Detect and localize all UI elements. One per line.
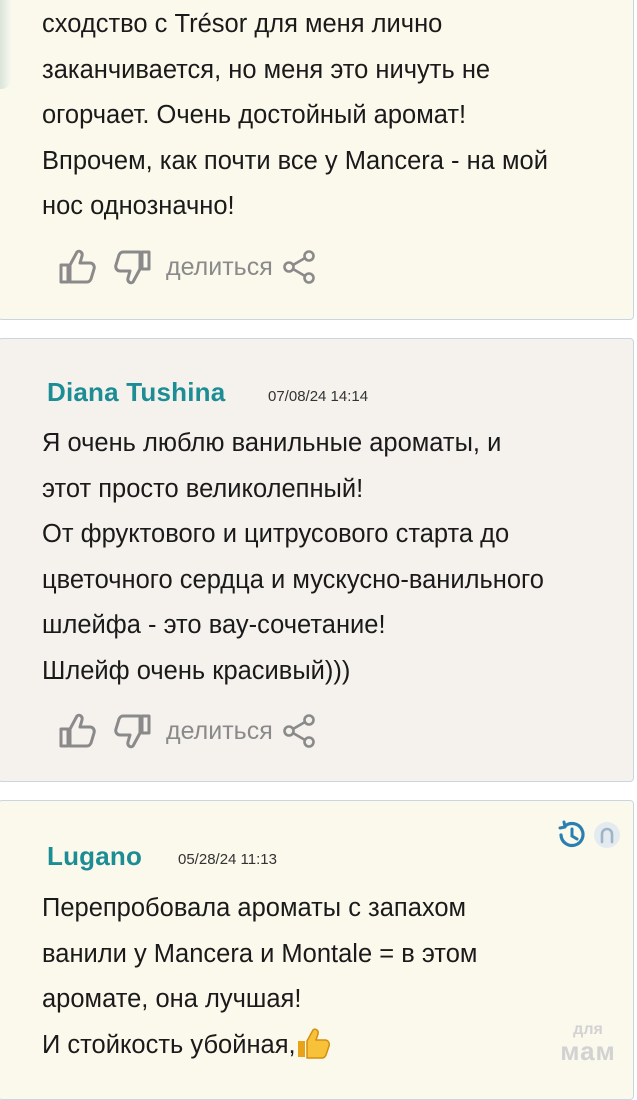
thumb-down-icon[interactable] [112,248,152,286]
review-text-line: Впрочем, как почти все у Mancera - на мо… [42,146,548,175]
review-text: Перепробовала ароматы с запахом ванили у… [42,886,632,1068]
review-text-line: И стойкость убойная, [42,1023,632,1069]
review-text-line-content: И стойкость убойная, [42,1030,296,1059]
share-link[interactable]: делиться [166,253,273,282]
review-text-line: Шлейф очень красивый))) [42,656,351,685]
review-actions: делиться [58,247,317,287]
site-watermark-logo: для мам [550,1022,626,1066]
review-text: сходство с Trésor для меня лично заканчи… [42,2,632,230]
share-icon[interactable] [281,249,317,285]
review-text-line: шлейфа - это вау-сочетание! [42,611,386,639]
review-text-line: нос однозначно! [42,192,235,220]
review-text-line: огорчает. Очень достойный аромат! [42,101,467,129]
review-text-line: цветочного сердца и мускусно-ванильного [42,565,544,594]
thumb-down-icon[interactable] [112,712,152,750]
review-date: 05/28/24 11:13 [178,851,277,868]
thumbs-up-emoji-icon [296,1027,330,1059]
avatar[interactable] [0,0,11,89]
review-text-line: этот просто великолепный! [42,474,364,503]
thumb-up-icon[interactable] [58,712,98,750]
review-text-line: сходство с Trésor для меня лично [42,10,443,38]
clock-history-icon[interactable] [555,820,587,850]
review-text-line: аромате, она лучшая! [42,985,302,1013]
share-link[interactable]: делиться [166,717,273,746]
watermark-bottom-text: мам [560,1036,616,1066]
review-text-line: ванили у Mancera и Montale = в этом [42,939,478,968]
review-date: 07/08/24 14:14 [268,388,369,405]
review-author[interactable]: Lugano [47,841,142,872]
review-text-line: Я очень люблю ванильные ароматы, и [42,429,502,457]
review-actions: делиться [58,711,317,751]
user-avatar-icon[interactable] [594,822,620,848]
review-text-line: От фруктового и цитрусового старта до [42,520,510,548]
share-icon[interactable] [281,713,317,749]
review-author[interactable]: Diana Tushina [47,377,225,408]
review-text: Я очень люблю ванильные ароматы, и этот … [42,421,632,694]
thumb-up-icon[interactable] [58,248,98,286]
review-text-line: заканчивается, но меня это ничуть не [42,55,491,84]
review-text-line: Перепробовала ароматы с запахом [42,894,467,922]
